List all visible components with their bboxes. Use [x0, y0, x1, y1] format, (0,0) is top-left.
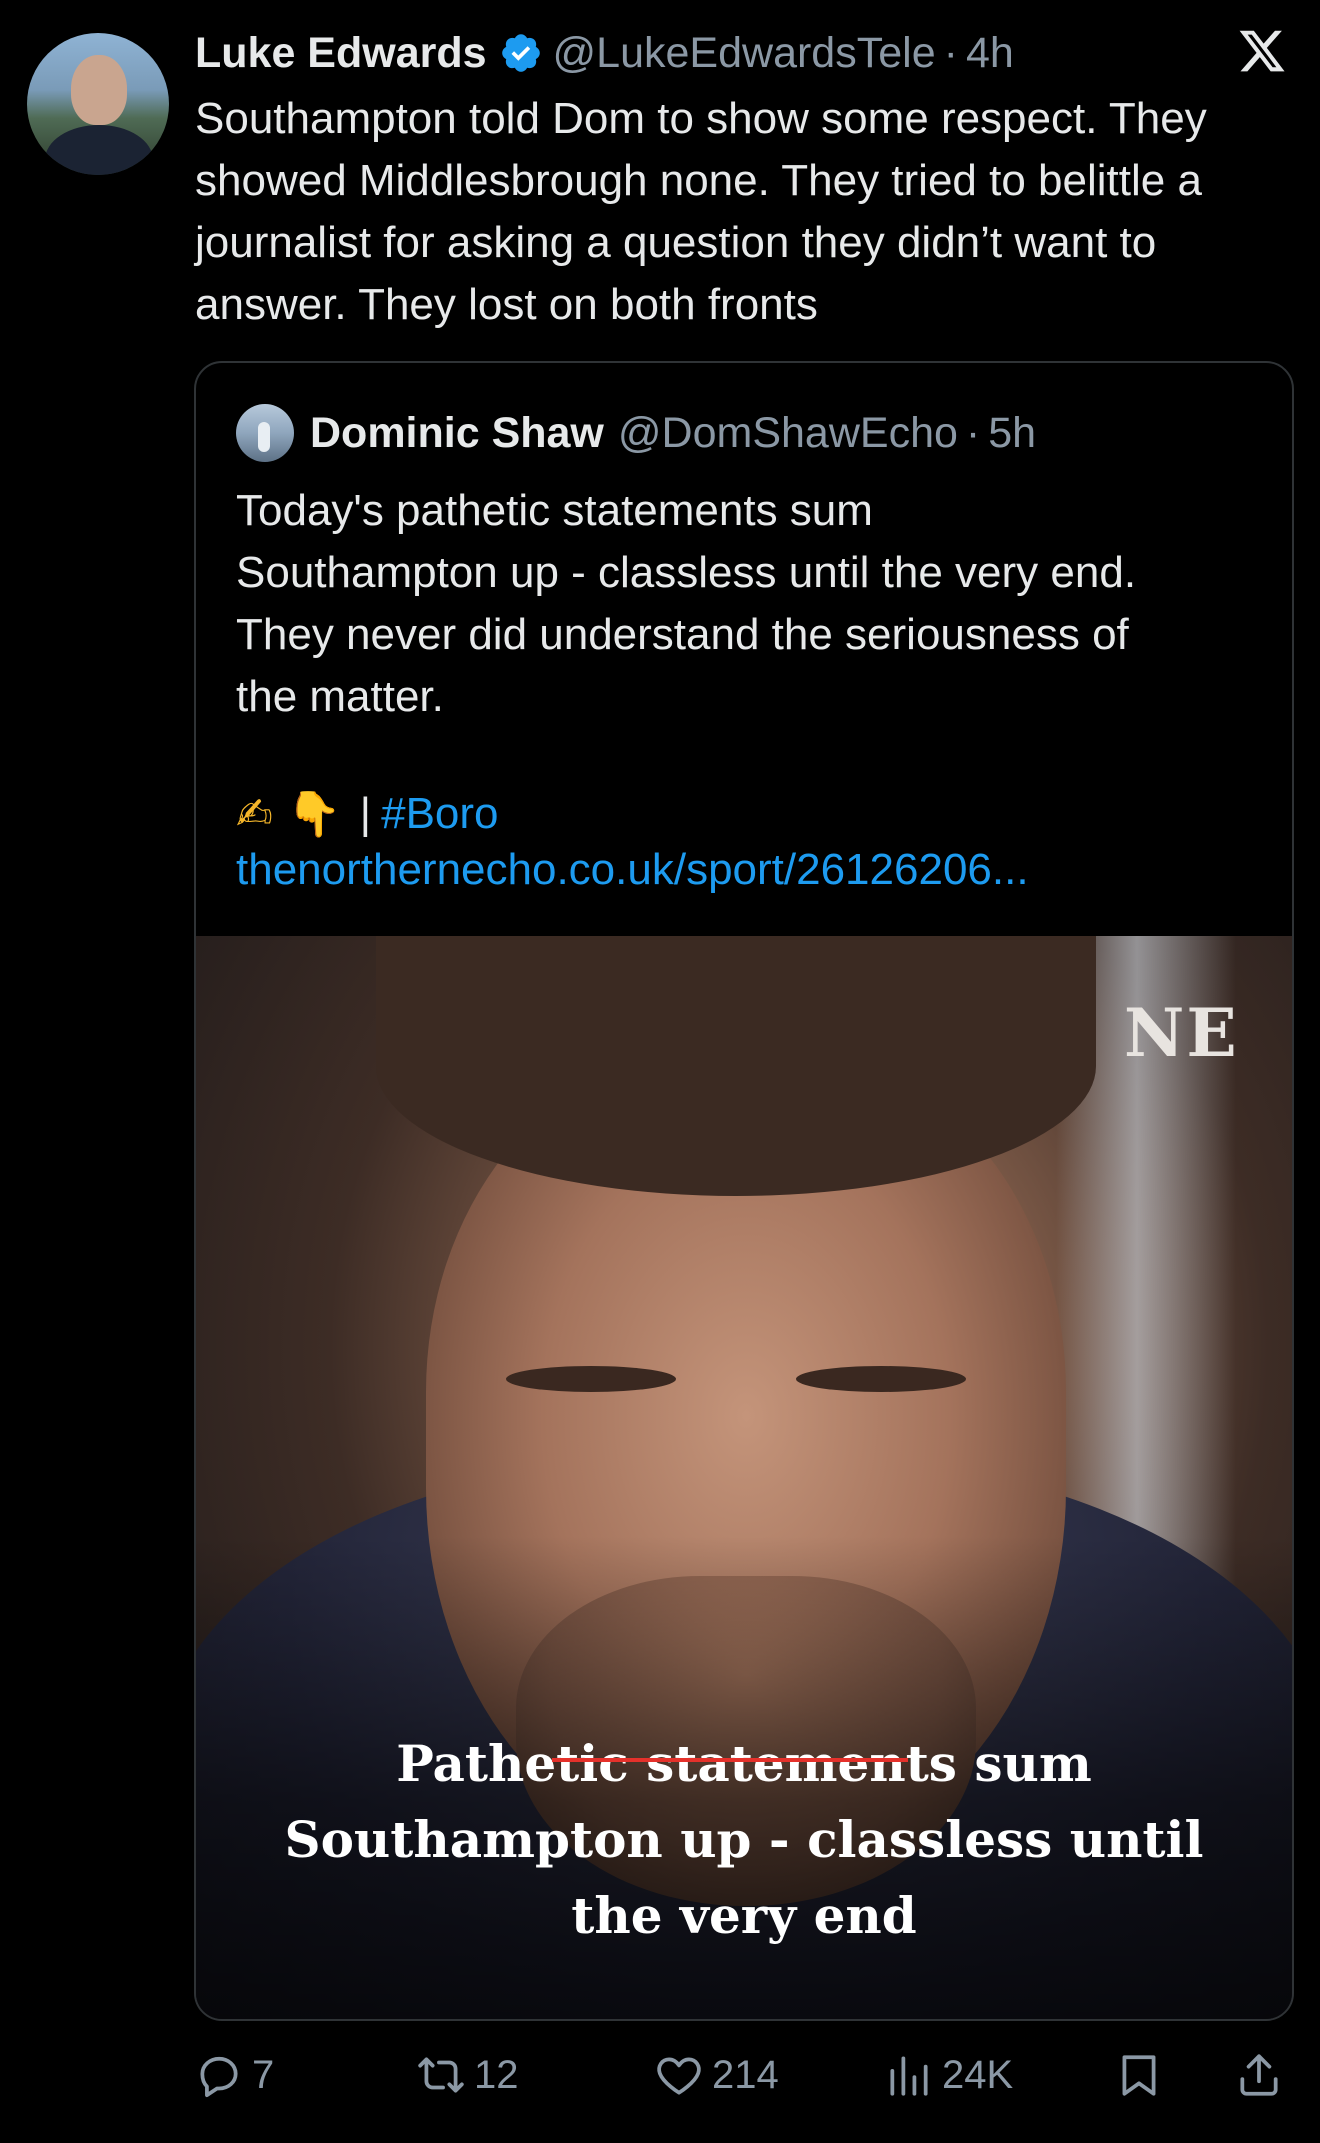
quoted-emoji-row: ✍ 👇 | #Boro — [236, 783, 499, 845]
headline-underline — [552, 1758, 908, 1762]
headline-line: Pathetic statements sum — [396, 1734, 1092, 1793]
author-avatar[interactable] — [27, 33, 169, 175]
headline-line: the very end — [571, 1886, 917, 1945]
quoted-author-name[interactable]: Dominic Shaw — [310, 409, 604, 458]
pointing-down-icon: 👇 — [286, 789, 342, 840]
like-button[interactable]: 214 — [654, 2048, 779, 2102]
tweet-view: Luke Edwards @LukeEdwardsTele · 4h South… — [0, 0, 1320, 2143]
separator-dot: · — [943, 28, 958, 77]
views-button[interactable]: 24K — [884, 2048, 1013, 2102]
article-link[interactable]: thenorthernecho.co.uk/sport/26126206... — [236, 845, 1029, 895]
like-count: 214 — [712, 2052, 779, 2097]
quoted-tweet-text: Today's pathetic statements sum Southamp… — [236, 480, 1266, 728]
reply-count: 7 — [252, 2052, 275, 2097]
quoted-text-line: Today's pathetic statements sum — [236, 486, 873, 535]
quoted-tweet-header: Dominic Shaw @DomShawEcho · 5h — [236, 403, 1036, 463]
northern-echo-logo: NE — [1124, 994, 1239, 1072]
hashtag-link[interactable]: #Boro — [381, 789, 498, 839]
quoted-author-handle[interactable]: @DomShawEcho — [618, 409, 958, 458]
verified-badge-icon — [501, 34, 540, 72]
reply-icon — [200, 2056, 238, 2098]
retweet-icon — [418, 2057, 464, 2093]
separator-dot: · — [965, 408, 981, 457]
headline-line: Southampton up - classless until — [284, 1810, 1204, 1869]
retweet-count: 12 — [474, 2052, 519, 2097]
retweet-button[interactable]: 12 — [416, 2048, 519, 2102]
quoted-text-line: They never did understand the seriousnes… — [236, 610, 1129, 659]
x-logo-icon — [1239, 30, 1285, 72]
bookmark-icon — [1122, 2055, 1156, 2096]
author-handle[interactable]: @LukeEdwardsTele — [553, 29, 936, 78]
heart-icon — [657, 2057, 701, 2095]
tweet-header: Luke Edwards @LukeEdwardsTele · 4h — [195, 22, 1014, 84]
share-button[interactable] — [1234, 2048, 1292, 2102]
quoted-tweet-card[interactable]: Dominic Shaw @DomShawEcho · 5h Today's p… — [194, 361, 1294, 2021]
pipe-separator: | — [359, 789, 372, 838]
reply-button[interactable]: 7 — [194, 2048, 274, 2102]
author-name[interactable]: Luke Edwards — [195, 29, 487, 78]
view-count: 24K — [942, 2052, 1014, 2097]
tweet-time[interactable]: 4h — [966, 29, 1014, 78]
writing-hand-icon: ✍ — [236, 788, 273, 840]
tweet-text: Southampton told Dom to show some respec… — [195, 94, 1207, 329]
article-image[interactable]: NE Pathetic statements sum Southampton u… — [196, 936, 1292, 2019]
quoted-author-avatar[interactable] — [236, 404, 294, 462]
quoted-tweet-time[interactable]: 5h — [988, 409, 1036, 458]
quoted-text-line: the matter. — [236, 672, 444, 721]
analytics-icon — [890, 2056, 928, 2096]
share-icon — [1240, 2054, 1278, 2096]
tweet-actions-bar: 7 12 214 24K — [194, 2040, 1290, 2110]
bookmark-button[interactable] — [1114, 2048, 1172, 2102]
quoted-text-line: Southampton up - classless until the ver… — [236, 548, 1137, 597]
